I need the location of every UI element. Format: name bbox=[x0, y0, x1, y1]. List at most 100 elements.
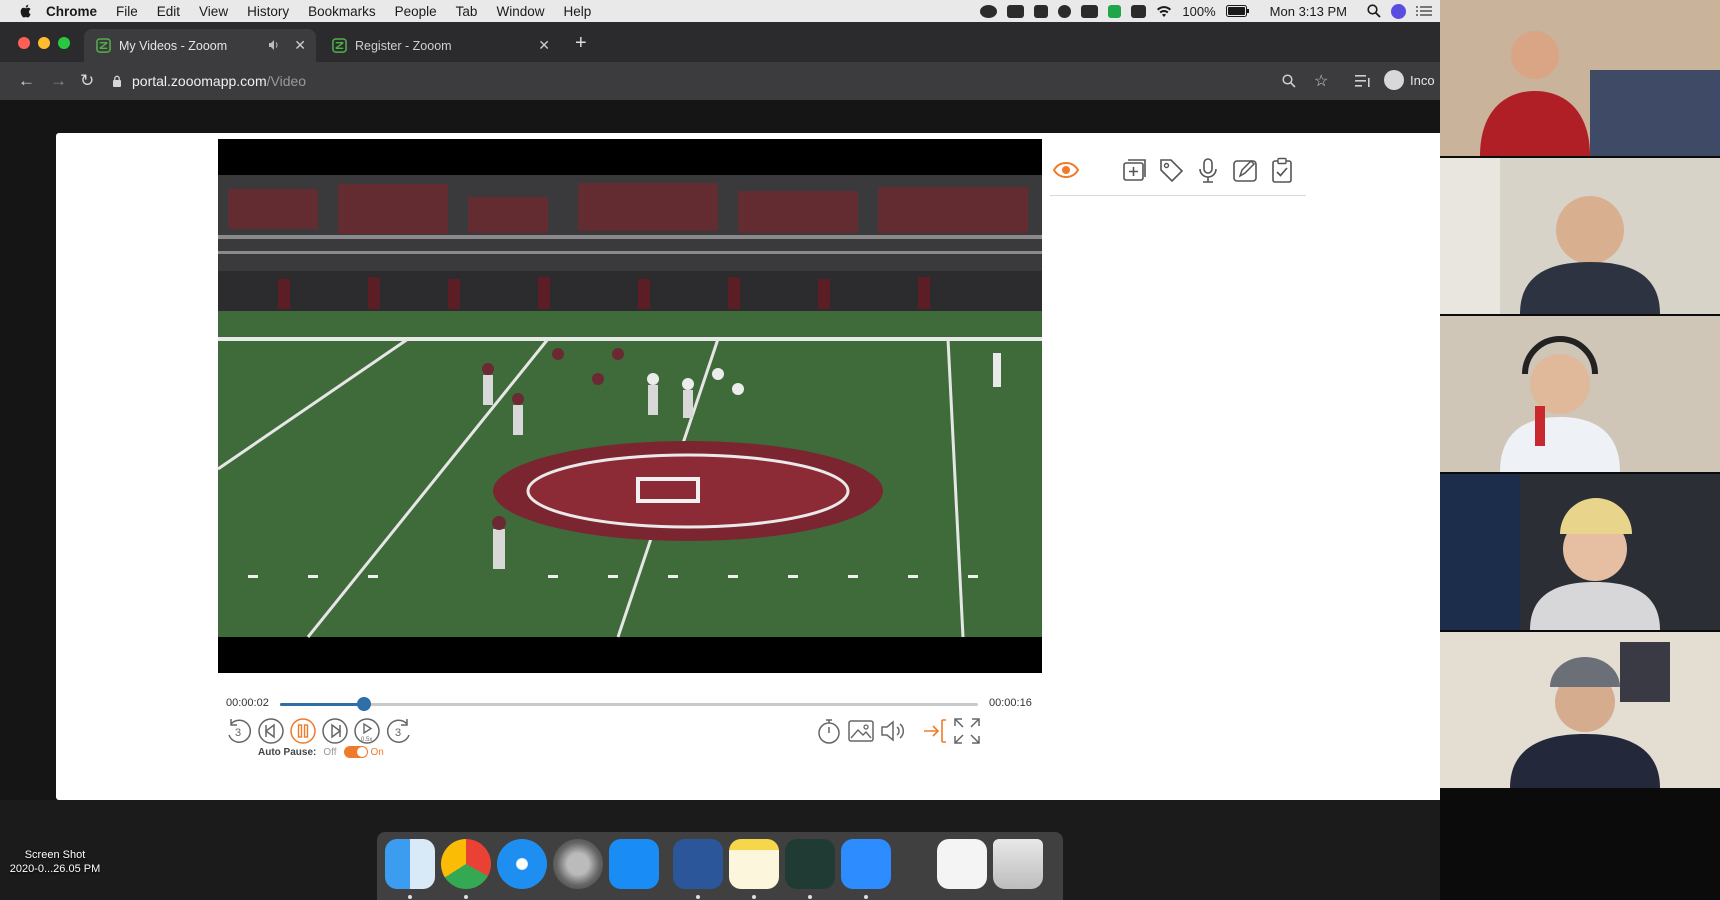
menu-bar: Chrome File Edit View History Bookmarks … bbox=[0, 0, 1440, 22]
maximize-window-button[interactable] bbox=[58, 37, 70, 49]
clock[interactable]: Mon 3:13 PM bbox=[1270, 4, 1347, 19]
collapse-panel-icon[interactable] bbox=[920, 716, 950, 746]
airplay-icon[interactable] bbox=[1131, 4, 1147, 18]
tab-register[interactable]: Register - Zooom ✕ bbox=[320, 29, 560, 62]
video-player[interactable] bbox=[218, 139, 1042, 673]
volume-icon[interactable] bbox=[878, 716, 908, 746]
trash-icon[interactable] bbox=[993, 839, 1043, 889]
menu-tab[interactable]: Tab bbox=[456, 4, 478, 19]
profile-label[interactable]: Inco bbox=[1410, 73, 1435, 88]
filmora-icon[interactable] bbox=[785, 839, 835, 889]
menu-view[interactable]: View bbox=[199, 4, 228, 19]
participant-tile[interactable] bbox=[1440, 0, 1720, 156]
lock-icon[interactable] bbox=[112, 75, 122, 87]
system-preferences-icon[interactable] bbox=[553, 839, 603, 889]
forward-3-icon[interactable]: 3 bbox=[384, 716, 414, 746]
reload-icon[interactable]: ↻ bbox=[80, 71, 94, 91]
svg-text:3: 3 bbox=[395, 727, 401, 739]
participant-tile[interactable] bbox=[1440, 474, 1720, 630]
participant-tile[interactable] bbox=[1440, 316, 1720, 472]
seek-bar-fill bbox=[280, 703, 364, 706]
participant-tile[interactable] bbox=[1440, 158, 1720, 314]
obs-icon[interactable] bbox=[1058, 4, 1072, 18]
menu-edit[interactable]: Edit bbox=[157, 4, 180, 19]
eye-icon[interactable] bbox=[1052, 156, 1080, 184]
clipboard-check-icon[interactable] bbox=[1268, 156, 1296, 184]
menu-people[interactable]: People bbox=[395, 4, 437, 19]
zooom-favicon-icon bbox=[96, 38, 111, 53]
back-arrow-icon[interactable]: ← bbox=[18, 71, 35, 91]
word-icon[interactable] bbox=[673, 839, 723, 889]
menu-help[interactable]: Help bbox=[563, 4, 591, 19]
screen: Chrome File Edit View History Bookmarks … bbox=[0, 0, 1720, 900]
participant-video bbox=[1440, 316, 1720, 472]
new-tab-plus-icon[interactable]: + bbox=[575, 32, 587, 55]
stopwatch-icon[interactable] bbox=[814, 716, 844, 746]
pause-icon[interactable] bbox=[288, 716, 318, 746]
slow-motion-icon[interactable]: 0.5x bbox=[352, 716, 382, 746]
menu-app-name[interactable]: Chrome bbox=[46, 4, 97, 19]
drive-icon[interactable] bbox=[1081, 4, 1099, 18]
tab-title: My Videos - Zooom bbox=[119, 38, 228, 53]
bookmark-star-icon[interactable]: ☆ bbox=[1314, 71, 1328, 91]
menu-extras: 100% Mon 3:13 PM bbox=[980, 0, 1432, 22]
safari-icon[interactable] bbox=[497, 839, 547, 889]
incognito-avatar-icon[interactable] bbox=[1384, 70, 1404, 90]
tab-close-icon[interactable]: ✕ bbox=[538, 37, 550, 54]
app-store-icon[interactable] bbox=[609, 839, 659, 889]
menu-file[interactable]: File bbox=[116, 4, 138, 19]
tag-icon[interactable] bbox=[1157, 156, 1185, 184]
participant-video bbox=[1440, 474, 1720, 630]
next-frame-icon[interactable] bbox=[320, 716, 350, 746]
rewind-3-icon[interactable]: 3 bbox=[224, 716, 254, 746]
seek-handle[interactable] bbox=[356, 697, 371, 711]
microphone-icon[interactable] bbox=[1194, 156, 1222, 184]
fullscreen-icon[interactable] bbox=[952, 716, 982, 746]
dropbox-icon[interactable] bbox=[1034, 4, 1049, 18]
grammarly-icon[interactable] bbox=[1108, 4, 1122, 18]
forward-arrow-icon[interactable]: → bbox=[50, 71, 67, 91]
wd-drive-icon[interactable] bbox=[1007, 4, 1025, 18]
battery-icon[interactable] bbox=[1225, 5, 1250, 17]
video-call-gallery bbox=[1440, 0, 1720, 900]
toggle-on-label: On bbox=[370, 746, 384, 758]
creative-cloud-icon[interactable] bbox=[980, 4, 998, 18]
file-name-line1: Screen Shot bbox=[24, 849, 86, 861]
siri-icon[interactable] bbox=[1391, 3, 1406, 19]
spotlight-search-icon[interactable] bbox=[1367, 4, 1381, 18]
notification-center-icon[interactable] bbox=[1416, 5, 1432, 17]
auto-pause-setting: Auto Pause: Off On bbox=[258, 746, 384, 758]
previous-frame-icon[interactable] bbox=[256, 716, 286, 746]
minimize-window-button[interactable] bbox=[38, 37, 50, 49]
auto-pause-label: Auto Pause: bbox=[258, 746, 317, 758]
running-indicator bbox=[864, 895, 868, 899]
notes-icon[interactable] bbox=[729, 839, 779, 889]
tab-audio-icon[interactable] bbox=[268, 39, 280, 51]
zoom-magnifier-icon[interactable] bbox=[1282, 74, 1296, 88]
chrome-icon[interactable] bbox=[441, 839, 491, 889]
menu-window[interactable]: Window bbox=[496, 4, 544, 19]
zooom-favicon-icon bbox=[332, 38, 347, 53]
auto-pause-toggle[interactable] bbox=[343, 746, 368, 758]
menu-bookmarks[interactable]: Bookmarks bbox=[308, 4, 376, 19]
desktop-screenshot-file[interactable]: Screen Shot 2020-0...26.05 PM bbox=[0, 848, 110, 876]
running-indicator bbox=[464, 895, 468, 899]
running-indicator bbox=[696, 895, 700, 899]
address-bar[interactable]: portal.zooomapp.com/Video bbox=[112, 68, 1422, 94]
edit-icon[interactable] bbox=[1231, 156, 1259, 184]
tab-close-icon[interactable]: ✕ bbox=[294, 37, 306, 54]
finder-icon[interactable] bbox=[385, 839, 435, 889]
seek-bar[interactable] bbox=[280, 697, 978, 711]
tab-my-videos[interactable]: My Videos - Zooom ✕ bbox=[84, 29, 316, 62]
wifi-icon[interactable] bbox=[1156, 5, 1172, 18]
zoom-icon[interactable] bbox=[841, 839, 891, 889]
apple-icon[interactable] bbox=[18, 3, 34, 19]
add-clip-icon[interactable] bbox=[1120, 156, 1148, 184]
preview-document-icon[interactable] bbox=[937, 839, 987, 889]
participant-tile[interactable] bbox=[1440, 632, 1720, 788]
snapshot-image-icon[interactable] bbox=[846, 716, 876, 746]
media-queue-icon[interactable] bbox=[1355, 74, 1371, 88]
menu-history[interactable]: History bbox=[247, 4, 289, 19]
close-window-button[interactable] bbox=[18, 37, 30, 49]
participant-video bbox=[1440, 158, 1720, 314]
